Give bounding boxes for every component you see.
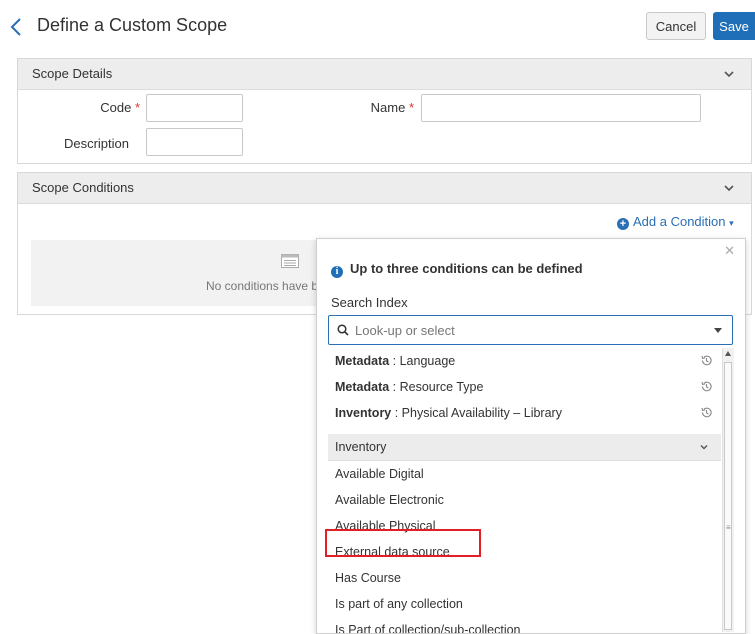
history-icon: [701, 355, 712, 366]
option-item-external-data-source[interactable]: External data source: [328, 539, 721, 565]
save-button[interactable]: Save: [713, 12, 755, 40]
option-item[interactable]: Available Digital: [328, 461, 721, 487]
option-item[interactable]: Available Electronic: [328, 487, 721, 513]
search-index-select[interactable]: Look-up or select: [328, 315, 733, 345]
page-title: Define a Custom Scope: [37, 15, 228, 35]
cancel-button[interactable]: Cancel: [646, 12, 706, 40]
required-mark: *: [408, 100, 414, 115]
plus-circle-icon: +: [617, 218, 629, 230]
name-label: Name *: [370, 100, 414, 115]
option-group-label: Inventory: [335, 440, 387, 454]
add-condition-button[interactable]: + Add a Condition ▾: [617, 214, 734, 230]
option-group-inventory[interactable]: Inventory: [328, 434, 721, 461]
option-item[interactable]: Is part of any collection: [328, 591, 721, 617]
code-field[interactable]: [146, 94, 243, 122]
name-field[interactable]: [421, 94, 701, 122]
chevron-down-icon[interactable]: [723, 182, 735, 194]
scope-conditions-title: Scope Conditions: [32, 180, 134, 195]
search-index-options: Metadata : Language Metadata : Resource …: [328, 348, 721, 633]
search-index-label: Search Index: [331, 295, 408, 310]
description-field[interactable]: [146, 128, 243, 156]
search-icon: [337, 324, 349, 336]
scrollbar-thumb[interactable]: ≡: [724, 362, 732, 630]
scroll-up-icon[interactable]: [725, 351, 731, 356]
recent-option[interactable]: Metadata : Language: [328, 348, 721, 374]
history-icon: [701, 407, 712, 418]
description-label: Description: [63, 136, 129, 151]
chevron-down-icon[interactable]: [723, 68, 735, 80]
info-text: Up to three conditions can be defined: [350, 261, 583, 276]
empty-conditions-placeholder: No conditions have b: [31, 240, 331, 306]
condition-popover: ✕ i Up to three conditions can be defined…: [316, 238, 746, 634]
chevron-down-icon[interactable]: [699, 442, 709, 452]
caret-down-icon: ▾: [729, 218, 734, 228]
recent-option[interactable]: Inventory : Physical Availability – Libr…: [328, 400, 721, 426]
options-scrollbar[interactable]: ≡: [722, 348, 734, 632]
option-item[interactable]: Available Physical: [328, 513, 721, 539]
info-icon: i: [331, 266, 343, 278]
search-input[interactable]: Look-up or select: [355, 323, 455, 338]
required-mark: *: [134, 100, 140, 115]
scope-details-title: Scope Details: [32, 66, 113, 81]
option-item[interactable]: Is Part of collection/sub-collection: [328, 617, 721, 633]
info-message: i Up to three conditions can be defined: [331, 261, 583, 278]
option-item[interactable]: Has Course: [328, 565, 721, 591]
list-icon: [281, 254, 299, 268]
dropdown-caret-icon[interactable]: [714, 328, 722, 333]
scope-details-header[interactable]: Scope Details: [18, 59, 751, 90]
code-label: Code *: [100, 100, 140, 115]
page-header: Define a Custom Scope Cancel Save: [0, 0, 755, 56]
scope-conditions-header[interactable]: Scope Conditions: [18, 173, 751, 204]
add-condition-label: Add a Condition: [633, 214, 726, 229]
back-icon[interactable]: [8, 17, 24, 37]
history-icon: [701, 381, 712, 392]
recent-option[interactable]: Metadata : Resource Type: [328, 374, 721, 400]
close-icon[interactable]: ✕: [724, 243, 735, 259]
empty-conditions-text: No conditions have b: [206, 279, 319, 293]
grip-icon: ≡: [726, 523, 731, 532]
